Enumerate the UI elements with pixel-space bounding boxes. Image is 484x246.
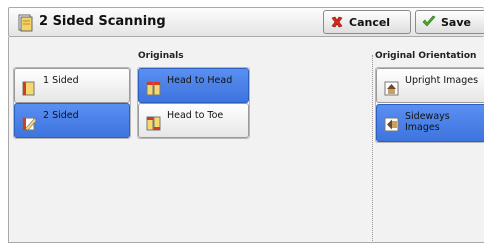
- two-sided-scanning-icon: [18, 14, 33, 32]
- cancel-x-icon: [331, 16, 343, 28]
- section-divider: [372, 55, 373, 241]
- checkmark-icon: [422, 15, 436, 27]
- two-sided-document-icon: [22, 117, 37, 131]
- upright-images-label: Upright Images: [405, 75, 479, 86]
- sideways-images-button[interactable]: Sideways Images: [376, 104, 484, 142]
- head-to-head-button[interactable]: Head to Head: [138, 68, 249, 103]
- head-to-toe-button[interactable]: Head to Toe: [138, 103, 249, 138]
- head-to-toe-label: Head to Toe: [167, 110, 224, 121]
- upright-image-icon: [384, 81, 399, 96]
- sideways-image-icon: [384, 117, 399, 132]
- settings-panel: 1 Sided 2 Sided Originals Head to Head H…: [8, 37, 484, 243]
- originals-heading: Originals: [138, 51, 184, 61]
- upright-images-button[interactable]: Upright Images: [376, 68, 484, 103]
- header-bar: 2 Sided Scanning Cancel Save: [8, 7, 484, 37]
- two-sided-label: 2 Sided: [43, 110, 79, 121]
- sideways-images-label: Sideways Images: [405, 111, 450, 133]
- head-to-head-icon: [146, 81, 161, 96]
- one-sided-button[interactable]: 1 Sided: [14, 68, 130, 103]
- two-sided-button[interactable]: 2 Sided: [14, 103, 130, 138]
- page-title: 2 Sided Scanning: [39, 14, 166, 29]
- cancel-button[interactable]: Cancel: [323, 10, 411, 34]
- one-sided-document-icon: [22, 81, 35, 96]
- cancel-button-label: Cancel: [349, 15, 391, 29]
- head-to-head-label: Head to Head: [167, 75, 233, 86]
- one-sided-label: 1 Sided: [43, 75, 79, 86]
- orientation-heading: Original Orientation: [375, 51, 477, 61]
- head-to-toe-icon: [146, 116, 161, 131]
- save-button[interactable]: Save: [415, 10, 484, 34]
- save-button-label: Save: [441, 15, 471, 29]
